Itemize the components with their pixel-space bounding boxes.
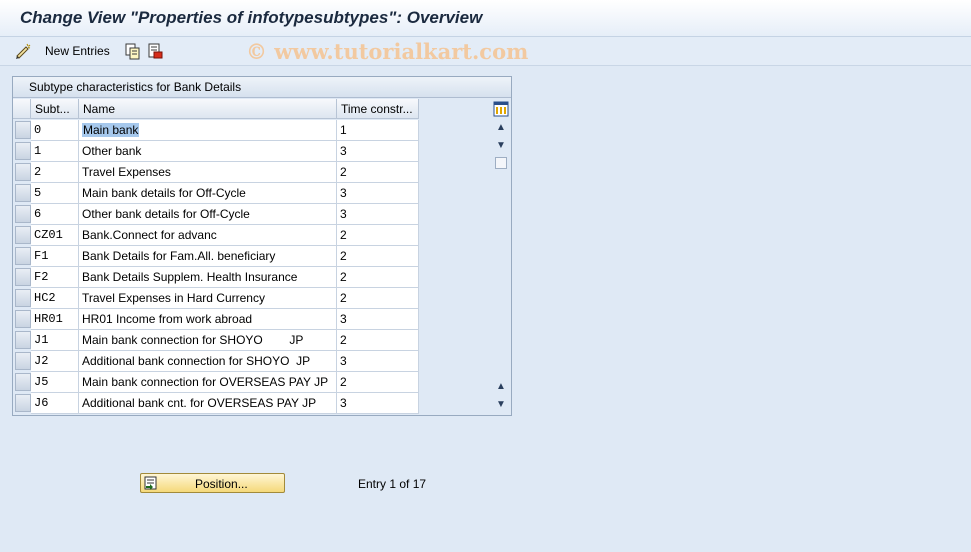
row-selector[interactable]: [15, 121, 31, 139]
table-settings-icon[interactable]: [493, 101, 509, 117]
row-selector[interactable]: [15, 289, 31, 307]
cell-name[interactable]: Additional bank cnt. for OVERSEAS PAY JP: [79, 393, 337, 414]
cell-time-constraint[interactable]: 3: [337, 309, 419, 330]
subtype-table-panel: Subtype characteristics for Bank Details…: [12, 76, 512, 416]
copy-icon[interactable]: [123, 42, 141, 60]
cell-time-constraint[interactable]: 3: [337, 351, 419, 372]
scroll-down-page-button[interactable]: ▼: [495, 140, 507, 152]
cell-name[interactable]: Main bank connection for OVERSEAS PAY JP: [79, 372, 337, 393]
row-selector[interactable]: [15, 310, 31, 328]
watermark: © www.tutorialkart.com: [246, 39, 529, 64]
cell-name[interactable]: Travel Expenses in Hard Currency: [79, 288, 337, 309]
cell-time-constraint[interactable]: 2: [337, 330, 419, 351]
cell-name[interactable]: Bank.Connect for advanc: [79, 225, 337, 246]
row-selector[interactable]: [15, 331, 31, 349]
cell-time-constraint[interactable]: 3: [337, 204, 419, 225]
cell-subtype[interactable]: J5: [31, 372, 79, 393]
cell-time-constraint[interactable]: 2: [337, 267, 419, 288]
column-header-subtype[interactable]: Subt...: [31, 99, 79, 119]
row-selector[interactable]: [15, 247, 31, 265]
page-title: Change View "Properties of infotypesubty…: [20, 8, 483, 27]
entry-counter: Entry 1 of 17: [358, 477, 427, 491]
cell-time-constraint[interactable]: 2: [337, 288, 419, 309]
cell-time-constraint[interactable]: 1: [337, 120, 419, 141]
scroll-up-page-button[interactable]: ▲: [495, 381, 507, 393]
cell-name[interactable]: Travel Expenses: [79, 162, 337, 183]
row-selector[interactable]: [15, 268, 31, 286]
cell-subtype[interactable]: HC2: [31, 288, 79, 309]
cell-name[interactable]: Main bank connection for SHOYO JP: [79, 330, 337, 351]
cell-name[interactable]: Bank Details Supplem. Health Insurance: [79, 267, 337, 288]
row-selector[interactable]: [15, 142, 31, 160]
cell-subtype[interactable]: 6: [31, 204, 79, 225]
scrollbar-thumb[interactable]: [495, 157, 507, 169]
row-selector[interactable]: [15, 226, 31, 244]
cell-subtype[interactable]: 2: [31, 162, 79, 183]
select-all-corner[interactable]: [13, 99, 31, 119]
cell-time-constraint[interactable]: 2: [337, 372, 419, 393]
panel-header: Subtype characteristics for Bank Details: [13, 77, 511, 98]
title-bar: Change View "Properties of infotypesubty…: [0, 0, 971, 37]
cell-subtype[interactable]: HR01: [31, 309, 79, 330]
new-entries-icon[interactable]: [14, 42, 32, 60]
row-selector[interactable]: [15, 373, 31, 391]
cell-time-constraint[interactable]: 2: [337, 225, 419, 246]
row-selector[interactable]: [15, 352, 31, 370]
row-selector[interactable]: [15, 394, 31, 412]
delete-icon[interactable]: [146, 42, 164, 60]
cell-subtype[interactable]: CZ01: [31, 225, 79, 246]
cell-name[interactable]: HR01 Income from work abroad: [79, 309, 337, 330]
position-button[interactable]: Position...: [140, 473, 285, 493]
cell-time-constraint[interactable]: 3: [337, 141, 419, 162]
cell-name[interactable]: Bank Details for Fam.All. beneficiary: [79, 246, 337, 267]
cell-name[interactable]: Main bank details for Off-Cycle: [79, 183, 337, 204]
cell-time-constraint[interactable]: 2: [337, 246, 419, 267]
cell-subtype[interactable]: F2: [31, 267, 79, 288]
position-icon: [144, 476, 157, 490]
cell-time-constraint[interactable]: 3: [337, 393, 419, 414]
scroll-up-button[interactable]: ▲: [495, 122, 507, 134]
cell-subtype[interactable]: J2: [31, 351, 79, 372]
cell-subtype[interactable]: F1: [31, 246, 79, 267]
cell-time-constraint[interactable]: 2: [337, 162, 419, 183]
row-selector[interactable]: [15, 163, 31, 181]
cell-subtype[interactable]: 1: [31, 141, 79, 162]
position-button-label: Position...: [195, 477, 248, 491]
cell-name[interactable]: Other bank: [79, 141, 337, 162]
cell-subtype[interactable]: 0: [31, 120, 79, 141]
new-entries-button[interactable]: New Entries: [45, 44, 110, 58]
cell-subtype[interactable]: J1: [31, 330, 79, 351]
row-selector[interactable]: [15, 184, 31, 202]
cell-name[interactable]: Additional bank connection for SHOYO JP: [79, 351, 337, 372]
scroll-down-button[interactable]: ▼: [495, 399, 507, 411]
selected-text: Main bank: [82, 123, 140, 137]
panel-title: Subtype characteristics for Bank Details: [29, 80, 242, 94]
cell-subtype[interactable]: 5: [31, 183, 79, 204]
column-header-name[interactable]: Name: [79, 99, 337, 119]
row-selector[interactable]: [15, 205, 31, 223]
cell-name[interactable]: Other bank details for Off-Cycle: [79, 204, 337, 225]
cell-time-constraint[interactable]: 3: [337, 183, 419, 204]
cell-subtype[interactable]: J6: [31, 393, 79, 414]
column-header-time-constraint[interactable]: Time constr...: [337, 99, 419, 119]
cell-name[interactable]: Main bank: [79, 120, 337, 141]
